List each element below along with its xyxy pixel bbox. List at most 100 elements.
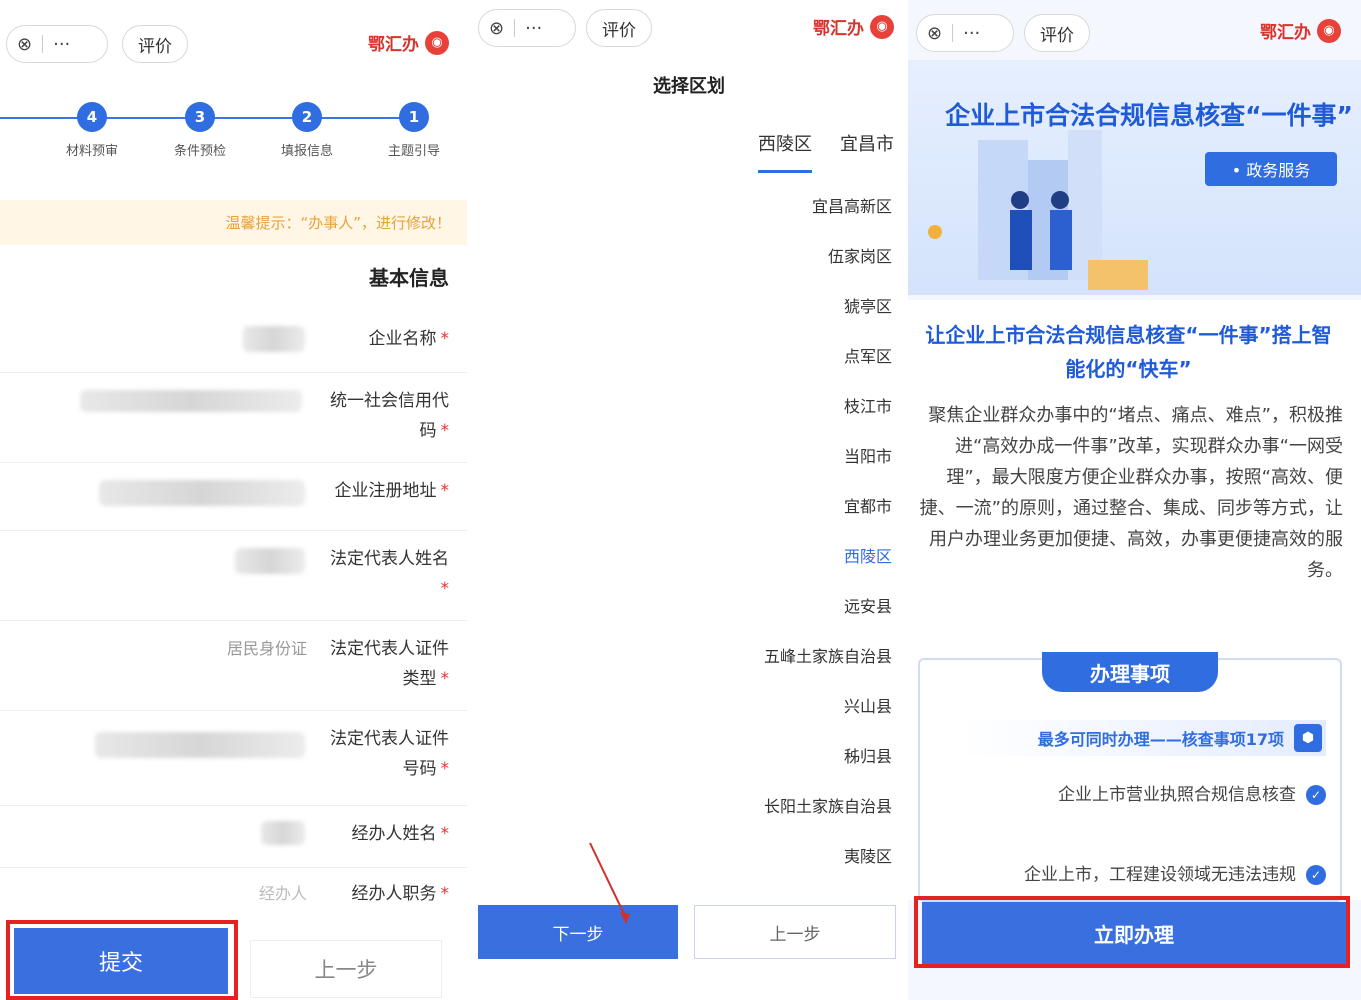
field-handler-title[interactable]: 经办人职务 * 经办人 [0,867,467,923]
app-logo: 鄂汇办 ◉ [1260,18,1341,43]
capsule-menu: ⊗ ··· [478,9,576,47]
field-label-text: 企业注册地址 [334,481,437,501]
field-credit-code[interactable]: 统一社会信用代码 * [0,372,467,463]
blurred-value [235,548,305,574]
region-option[interactable]: 猇亭区 [764,290,892,340]
field-value: 居民身份证 [226,639,307,658]
progress-steps: 1 主题引导 2 填报信息 3 条件预检 4 材料预审 [0,100,467,160]
logo-text: 鄂汇办 [813,19,864,39]
blurred-value [243,326,305,352]
field-legal-rep-id-type[interactable]: 法定代表人证件类型 * 居民身份证 [0,620,467,711]
region-option[interactable]: 长阳土家族自治县 [764,790,892,840]
region-option[interactable]: 兴山县 [764,690,892,740]
region-option[interactable]: 伍家岗区 [764,240,892,290]
region-option[interactable]: 远安县 [764,590,892,640]
required-mark: * [440,421,450,441]
tab-selected-district[interactable]: 西陵区 [758,130,812,173]
field-legal-rep-name[interactable]: 法定代表人姓名 * [0,530,467,621]
warning-banner: 温馨提示：“办事人”，进行修改！ [0,200,467,245]
region-option[interactable]: 枝江市 [764,390,892,440]
required-mark: * [440,481,450,501]
chain-summary-text: 最多可同时办理——核查事项17项 [1037,730,1284,749]
field-legal-rep-id-number[interactable]: 法定代表人证件号码 * [0,710,467,806]
capsule-menu: ⊗ ··· [6,25,108,63]
field-company-name[interactable]: 企业名称 * [0,310,467,373]
blurred-value [95,732,305,758]
region-option[interactable]: 五峰土家族自治县 [764,640,892,690]
tab-city[interactable]: 宜昌市 [840,130,894,173]
step-number: 1 [399,102,429,132]
previous-step-button[interactable]: 上一步 [250,940,442,998]
next-step-button[interactable]: 下一步 [478,905,678,959]
check-icon: ✓ [1306,785,1326,805]
required-mark: * [440,884,450,904]
form-panel: ⊗ ··· 评价 鄂汇办 ◉ 1 主题引导 2 填报信息 3 条件预检 4 材料… [0,0,467,1000]
evaluate-button[interactable]: 评价 [586,9,652,47]
handle-items-box: 办理事项 最多可同时办理——核查事项17项 ⬢ 企业上市营业执照合规信息核查 ✓… [918,652,1342,902]
blurred-value [99,480,305,506]
field-label-text: 经办人姓名 [351,824,437,844]
logo-icon: ◉ [1317,18,1341,43]
logo-text: 鄂汇办 [368,35,419,55]
location-pin-icon: ⬢ [1294,724,1322,752]
field-label-text: 法定代表人证件号码 [330,729,449,779]
app-logo: 鄂汇办 ◉ [813,14,894,39]
field-company-address[interactable]: 企业注册地址 * [0,462,467,531]
person-body [1010,210,1032,270]
step-label: 材料预审 [65,144,118,159]
field-label-text: 法定代表人证件类型 [330,639,449,689]
region-option-selected[interactable]: 西陵区 [764,540,892,590]
step-number: 2 [292,102,322,132]
field-label-text: 法定代表人姓名 [330,549,449,569]
blurred-value [261,821,305,845]
step-3: 3 条件预检 [155,100,245,159]
app-logo: 鄂汇办 ◉ [368,30,449,55]
field-handler-name[interactable]: 经办人姓名 * [0,805,467,868]
more-icon[interactable]: ··· [515,18,552,39]
building [1068,130,1102,280]
field-label-text: 企业名称 [368,329,437,349]
logo-icon: ◉ [870,14,894,39]
intro-heading: 让企业上市合法合规信息核查“一件事”搭上智能化的“快车” [925,323,1332,381]
evaluate-button[interactable]: 评价 [122,25,188,63]
blurred-value [80,390,302,412]
evaluate-button[interactable]: 评价 [1024,14,1090,52]
region-option[interactable]: 秭归县 [764,740,892,790]
field-label: 法定代表人证件类型 * [319,634,449,694]
required-mark: * [440,759,450,779]
region-option[interactable]: 点军区 [764,340,892,390]
intro-card: 让企业上市合法合规信息核查“一件事”搭上智能化的“快车” 聚焦企业群众办事中的“… [908,300,1361,902]
more-icon[interactable]: ··· [953,23,990,44]
step-4: 4 材料预审 [47,100,137,159]
region-option[interactable]: 夷陵区 [764,840,892,890]
region-option[interactable]: 宜昌高新区 [764,190,892,240]
required-mark: * [440,579,450,599]
section-title: 基本信息 [369,266,449,290]
location-pin [928,225,942,239]
highlight-box [914,896,1350,968]
close-icon[interactable]: ⊗ [479,18,514,39]
hero-banner: 企业上市合法合规信息核查“一件事” • 政务服务 [908,60,1361,295]
person-head [1051,191,1069,209]
service-intro-panel: ⊗ ··· 评价 鄂汇办 ◉ 企业上市合法合规信息核查“一件事” • 政务服务 … [908,0,1361,1000]
check-icon: ✓ [1306,865,1326,885]
item-text: 企业上市，工程建设领域无违法违规 [1024,865,1296,885]
region-option[interactable]: 宜都市 [764,490,892,540]
required-mark: * [440,824,450,844]
highlight-box [6,920,238,1000]
region-option[interactable]: 当阳市 [764,440,892,490]
close-icon[interactable]: ⊗ [7,34,42,55]
field-label: 法定代表人姓名 * [319,544,449,604]
step-number: 4 [77,102,107,132]
field-label: 统一社会信用代码 * [319,386,449,446]
person-body [1050,210,1072,270]
more-icon[interactable]: ··· [43,34,80,55]
list-item: 企业上市营业执照合规信息核查 ✓ [934,780,1326,810]
picker-title: 选择区划 [653,76,725,97]
boxes [1088,260,1148,290]
close-icon[interactable]: ⊗ [917,23,952,44]
field-label: 经办人姓名 * [319,819,450,849]
previous-step-button[interactable]: 上一步 [694,905,896,959]
region-tabs: 西陵区 宜昌市 [758,130,894,173]
field-label: 企业名称 * [319,324,450,354]
